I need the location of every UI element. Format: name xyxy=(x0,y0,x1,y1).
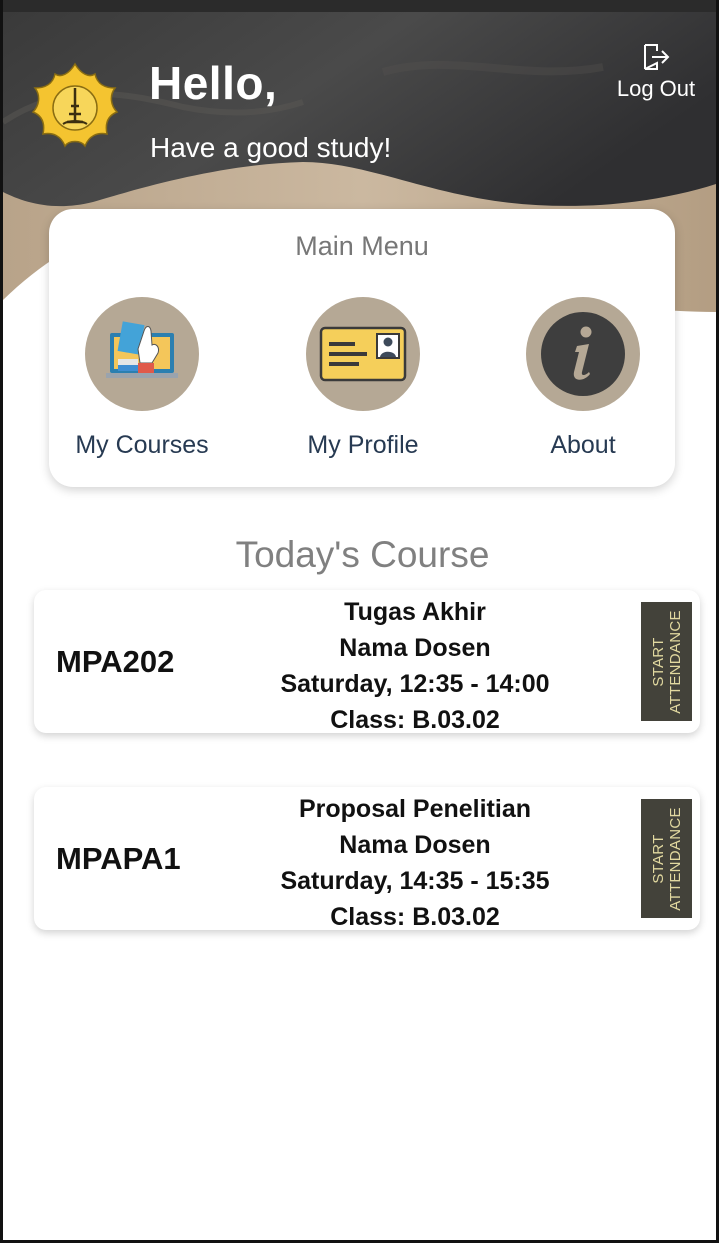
logout-label: Log Out xyxy=(616,76,696,101)
main-menu-title: Main Menu xyxy=(295,231,429,261)
start-attendance-button[interactable]: START ATTENDANCE xyxy=(641,602,692,721)
course-schedule: Saturday, 14:35 - 15:35 xyxy=(280,867,550,895)
info-icon-circle xyxy=(526,297,640,411)
courses-icon xyxy=(106,321,178,378)
id-card-icon xyxy=(319,326,407,382)
course-details: Proposal Penelitian Nama Dosen Saturday,… xyxy=(254,791,576,935)
course-card: MPA202 Tugas Akhir Nama Dosen Saturday, … xyxy=(34,590,700,734)
attendance-label-line1: START xyxy=(649,833,667,884)
course-code: MPAPA1 xyxy=(56,841,181,876)
todays-course-title: Today's Course xyxy=(235,534,490,575)
courses-icon-circle xyxy=(85,297,199,411)
menu-item-my-profile[interactable]: My Profile xyxy=(263,297,463,460)
university-seal-icon xyxy=(31,62,119,148)
menu-item-about[interactable]: About xyxy=(483,297,683,460)
course-details: Tugas Akhir Nama Dosen Saturday, 12:35 -… xyxy=(254,594,576,738)
menu-item-label: My Profile xyxy=(307,431,419,459)
greeting-title: Hello, xyxy=(149,57,278,109)
menu-item-label: My Courses xyxy=(75,431,209,459)
attendance-label-line2: ATTENDANCE xyxy=(666,806,684,911)
log-out-icon xyxy=(644,44,670,70)
course-card: MPAPA1 Proposal Penelitian Nama Dosen Sa… xyxy=(34,787,700,931)
course-name: Tugas Akhir xyxy=(344,598,486,626)
info-icon xyxy=(541,312,625,396)
course-code: MPA202 xyxy=(56,644,175,679)
start-attendance-label: START ATTENDANCE xyxy=(650,807,684,911)
course-lecturer: Nama Dosen xyxy=(339,831,491,859)
logout-button[interactable]: Log Out xyxy=(609,42,703,102)
app-screen: Hello, Have a good study! Log Out Main M… xyxy=(0,0,719,1243)
main-menu-card: Main Menu My Courses My Profile About xyxy=(49,209,675,487)
menu-item-my-courses[interactable]: My Courses xyxy=(42,297,242,460)
course-class: Class: B.03.02 xyxy=(330,903,500,931)
attendance-label-line1: START xyxy=(649,636,667,687)
greeting-subtitle: Have a good study! xyxy=(150,132,392,163)
course-schedule: Saturday, 12:35 - 14:00 xyxy=(280,670,550,698)
course-name: Proposal Penelitian xyxy=(298,795,531,823)
attendance-label-line2: ATTENDANCE xyxy=(666,609,684,714)
id-card-icon-circle xyxy=(306,297,420,411)
start-attendance-button[interactable]: START ATTENDANCE xyxy=(641,799,692,918)
menu-item-label: About xyxy=(550,431,616,459)
start-attendance-label: START ATTENDANCE xyxy=(650,610,684,714)
course-lecturer: Nama Dosen xyxy=(339,634,491,662)
course-class: Class: B.03.02 xyxy=(330,706,500,734)
